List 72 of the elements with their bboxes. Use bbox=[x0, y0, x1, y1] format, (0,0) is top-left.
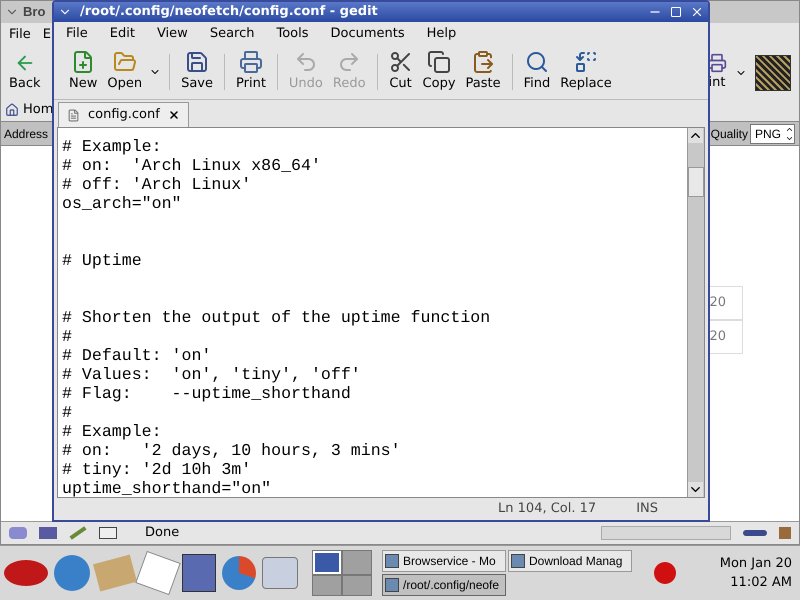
code-line: # Default: 'on' bbox=[62, 346, 212, 365]
cursor-position: Ln 104, Col. 17 bbox=[498, 500, 596, 518]
toolbar-button[interactable]: Open bbox=[104, 50, 146, 94]
window-icon bbox=[511, 554, 525, 568]
close-icon[interactable] bbox=[690, 5, 704, 19]
menu-item[interactable]: E bbox=[42, 24, 51, 44]
code-line: uptime_shorthand="on" bbox=[62, 479, 272, 497]
toolbar-button[interactable]: Find bbox=[520, 50, 554, 94]
insert-mode: INS bbox=[636, 500, 658, 518]
quality-label: Quality bbox=[710, 126, 748, 142]
replace-icon bbox=[574, 50, 598, 74]
menu-item[interactable]: File bbox=[9, 24, 31, 44]
clipboard-icon bbox=[471, 50, 496, 74]
clock-time: 11:02 AM bbox=[730, 574, 792, 592]
task-button[interactable]: Browservice - Mo bbox=[382, 550, 506, 572]
code-line: # on: '2 days, 10 hours, 3 mins' bbox=[62, 441, 401, 460]
document-tab[interactable]: config.conf bbox=[58, 102, 189, 127]
window-icon bbox=[385, 578, 399, 592]
code-line: # bbox=[62, 403, 72, 422]
toolbar-button[interactable]: Cut bbox=[386, 50, 416, 94]
alert-icon[interactable] bbox=[654, 562, 676, 584]
code-line: # off: 'Arch Linux' bbox=[62, 175, 252, 194]
scroll-up-icon[interactable] bbox=[688, 128, 703, 143]
menu-item[interactable]: File bbox=[66, 24, 88, 44]
address-label: Address bbox=[4, 126, 48, 142]
quality-spinner[interactable]: PNG bbox=[750, 124, 795, 144]
code-line: # bbox=[62, 327, 72, 346]
toolbar-button[interactable]: Replace bbox=[557, 50, 615, 94]
text-area[interactable] bbox=[58, 128, 687, 497]
menu-item[interactable]: Edit bbox=[110, 24, 135, 44]
window-title: Bro bbox=[23, 3, 46, 22]
copy-icon bbox=[427, 50, 452, 74]
code-line: # Example: bbox=[62, 137, 162, 156]
image-thumbnail bbox=[755, 54, 791, 90]
pie-chart-icon[interactable] bbox=[222, 556, 256, 590]
menu-item[interactable]: View bbox=[156, 24, 188, 44]
search-icon bbox=[524, 50, 549, 74]
toolbar-button[interactable]: Print bbox=[233, 50, 269, 94]
code-line: # tiny: '2d 10h 3m' bbox=[62, 460, 252, 479]
code-line: # Flag: --uptime_shorthand bbox=[62, 384, 351, 403]
back-button[interactable]: Back bbox=[9, 52, 41, 94]
home-bookmark[interactable]: Hom bbox=[5, 100, 54, 120]
window-title: /root/.config/neofetch/config.conf - gedit bbox=[80, 3, 379, 22]
toolbar-button[interactable]: Copy bbox=[420, 50, 459, 94]
window-icon bbox=[385, 554, 399, 568]
code-line: # Uptime bbox=[62, 251, 142, 270]
toolbar-button[interactable]: Save bbox=[178, 50, 216, 94]
home-icon bbox=[5, 103, 19, 117]
menu-item[interactable]: Help bbox=[426, 24, 456, 44]
scroll-thumb[interactable] bbox=[688, 167, 704, 197]
code-line: # on: 'Arch Linux x86_64' bbox=[62, 156, 321, 175]
menu-item[interactable]: Documents bbox=[330, 24, 405, 44]
tab-label: config.conf bbox=[88, 106, 160, 124]
scrollbar[interactable] bbox=[687, 128, 704, 497]
close-icon[interactable] bbox=[168, 109, 180, 121]
scissors-icon bbox=[388, 50, 413, 74]
workspace[interactable] bbox=[313, 551, 341, 574]
task-button[interactable]: Download Manag bbox=[508, 550, 632, 572]
file-icon bbox=[67, 108, 80, 122]
code-line: # Values: 'on', 'tiny', 'off' bbox=[62, 365, 361, 384]
clock-date: Mon Jan 20 bbox=[720, 554, 792, 572]
toolbar-button[interactable]: New bbox=[66, 50, 100, 94]
task-button[interactable]: /root/.config/neofe bbox=[382, 574, 506, 596]
status-text: Done bbox=[145, 524, 180, 542]
menu-item[interactable]: Tools bbox=[276, 24, 309, 44]
maximize-icon[interactable] bbox=[670, 6, 682, 18]
scroll-down-icon[interactable] bbox=[688, 482, 703, 497]
code-line: # Shorten the output of the uptime function bbox=[62, 308, 490, 327]
code-line: # Example: bbox=[62, 422, 162, 441]
code-line: os_arch="on" bbox=[62, 194, 182, 213]
toolbar-button[interactable]: Paste bbox=[462, 50, 504, 94]
menu-item[interactable]: Search bbox=[210, 24, 254, 44]
